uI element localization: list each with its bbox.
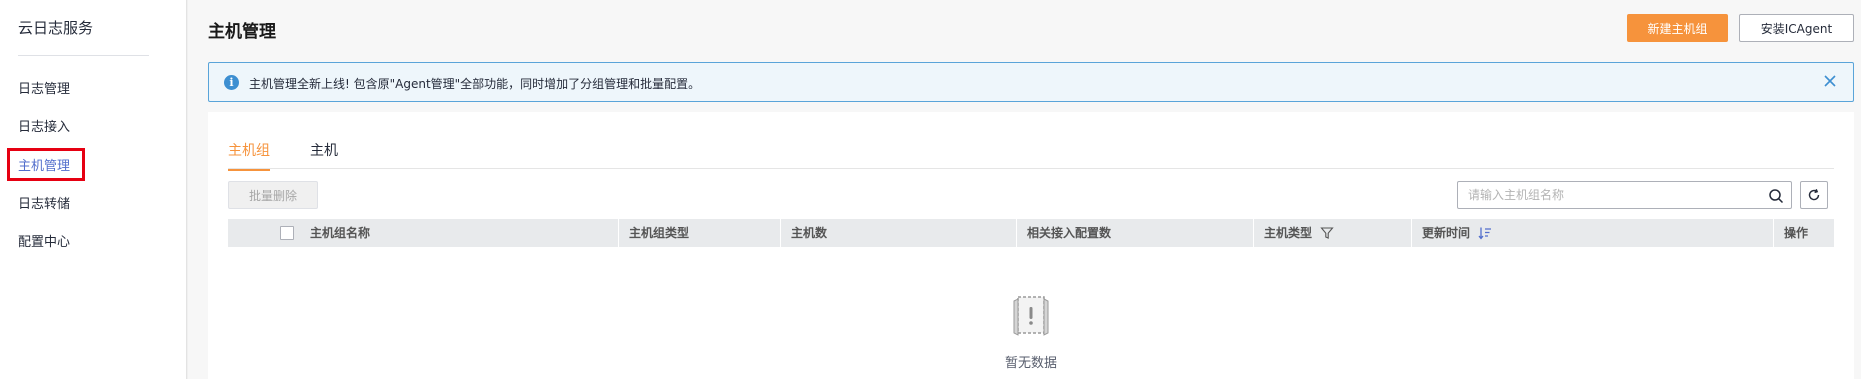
tab-bar: 主机组 主机: [228, 112, 1834, 171]
column-header-name: 主机组名称: [310, 226, 371, 240]
create-host-group-button[interactable]: 新建主机组: [1627, 14, 1728, 42]
page-title: 主机管理: [208, 22, 276, 42]
batch-delete-button[interactable]: 批量删除: [228, 181, 318, 209]
column-header-config-count: 相关接入配置数: [1027, 226, 1112, 240]
column-header-actions: 操作: [1784, 226, 1809, 240]
notice-text: 主机管理全新上线! 包含原"Agent管理"全部功能，同时增加了分组管理和批量配…: [249, 77, 701, 91]
column-header-host-count: 主机数: [791, 226, 828, 240]
main-content: 主机管理 新建主机组 安装ICAgent i 主机管理全新上线! 包含原"Age…: [188, 0, 1861, 379]
filter-icon[interactable]: [1320, 226, 1334, 240]
tab-host[interactable]: 主机: [310, 140, 338, 169]
sidebar-title: 云日志服务: [18, 19, 94, 37]
notice-banner: i 主机管理全新上线! 包含原"Agent管理"全部功能，同时增加了分组管理和批…: [208, 62, 1854, 102]
empty-data-text: 暂无数据: [1004, 356, 1057, 371]
sidebar: 云日志服务 日志管理 日志接入 主机管理 日志转储 配置中心: [0, 0, 187, 379]
refresh-icon: [1808, 188, 1820, 201]
sidebar-item-host-management[interactable]: 主机管理: [18, 155, 70, 174]
search-input[interactable]: [1468, 187, 1748, 203]
sidebar-item-log-management[interactable]: 日志管理: [18, 78, 70, 97]
close-icon[interactable]: [1822, 73, 1838, 89]
search-icon[interactable]: [1768, 188, 1784, 204]
install-icagent-button[interactable]: 安装ICAgent: [1739, 14, 1854, 42]
table-header: 主机组名称 主机组类型 主机数 相关接入配置数 主机类型 更新时间 操作: [228, 219, 1834, 247]
content-card: 主机组 主机 批量删除 主机组名称 主机组类型 主: [208, 112, 1854, 379]
sidebar-item-log-transfer[interactable]: 日志转储: [18, 193, 70, 212]
sidebar-item-log-ingestion[interactable]: 日志接入: [18, 116, 70, 135]
column-header-group-type: 主机组类型: [629, 226, 690, 240]
refresh-button[interactable]: [1800, 181, 1828, 209]
empty-data-icon: [1006, 289, 1058, 341]
search-box: [1457, 181, 1792, 209]
column-header-host-type: 主机类型: [1264, 226, 1313, 240]
tab-host-group[interactable]: 主机组: [228, 140, 270, 171]
info-icon: i: [224, 75, 239, 90]
sort-icon[interactable]: [1478, 226, 1492, 240]
sidebar-item-config-center[interactable]: 配置中心: [18, 231, 70, 250]
sidebar-divider: [18, 55, 149, 56]
column-header-update-time: 更新时间: [1422, 226, 1471, 240]
select-all-checkbox[interactable]: [280, 226, 294, 240]
